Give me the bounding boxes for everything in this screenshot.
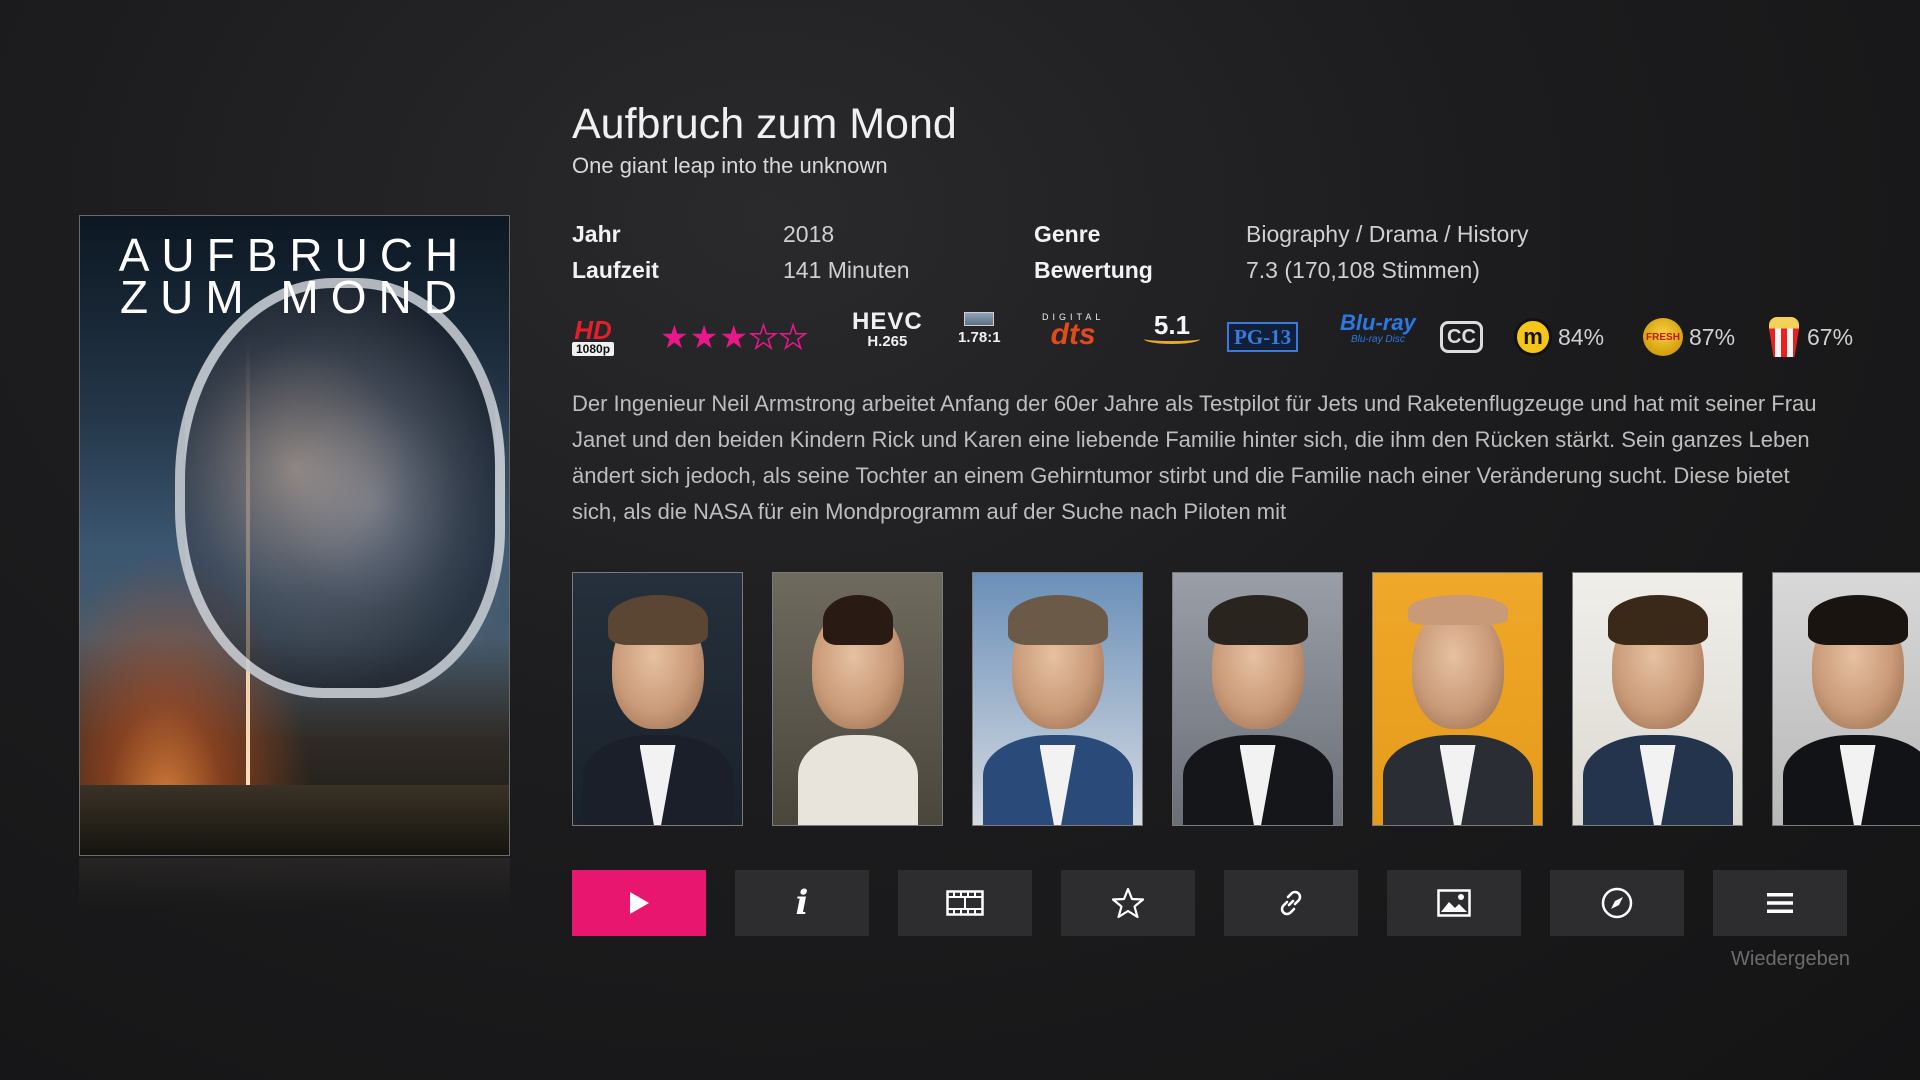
cast-photo-hair — [607, 595, 708, 645]
trailer-button[interactable] — [898, 870, 1032, 936]
star-empty-icon: ★ — [748, 317, 779, 357]
cast-card[interactable] — [1372, 572, 1543, 826]
meta-labels-left: Jahr Laufzeit — [572, 216, 659, 288]
audio-codec-badge: DIGITAL dts — [1042, 312, 1104, 362]
poster-astronaut-helmet — [175, 278, 505, 698]
cast-card[interactable] — [572, 572, 743, 826]
menu-icon — [1767, 893, 1793, 913]
play-button[interactable] — [572, 870, 706, 936]
poster-title: AUFBRUCH ZUM MOND — [118, 229, 471, 323]
codec-badge: HEVC H.265 — [852, 308, 923, 362]
cast-photo-hair — [1207, 595, 1308, 645]
cast-card[interactable] — [772, 572, 943, 826]
movie-tagline: One giant leap into the unknown — [572, 153, 888, 178]
info-icon: i — [795, 883, 809, 923]
cast-photo-hair — [822, 595, 893, 645]
hd-label: HD — [574, 315, 612, 345]
bluray-badge: Blu-ray Blu-ray Disc — [1340, 312, 1416, 362]
star-filled-icon: ★ — [660, 318, 690, 356]
mpaa-rating-badge: PG-13 — [1227, 312, 1299, 362]
star-icon — [1112, 887, 1144, 919]
star-rating-icons: ★★★★★ — [660, 317, 809, 357]
cast-photo-body — [797, 735, 918, 825]
audience-rating: 67% — [1767, 312, 1853, 362]
cast-photo-hair — [1007, 595, 1108, 645]
year-label: Jahr — [572, 221, 621, 247]
mpaa-rating-label: PG-13 — [1227, 322, 1299, 352]
movie-poster[interactable]: AUFBRUCH ZUM MOND — [79, 215, 510, 856]
media-flags-row: HD 1080p ★★★★★ HEVC H.265 1.78:1 DIGITAL… — [572, 308, 1872, 362]
artwork-button[interactable] — [1387, 870, 1521, 936]
browser-button[interactable] — [1550, 870, 1684, 936]
cast-photo-hair — [1607, 595, 1708, 645]
runtime-label: Laufzeit — [572, 257, 659, 283]
link-button[interactable] — [1224, 870, 1358, 936]
poster-ground — [80, 785, 509, 855]
audio-codec-brand: dts — [1050, 318, 1096, 351]
cast-photo-face — [1411, 607, 1504, 729]
play-icon — [630, 892, 649, 914]
poster-reflection — [79, 858, 510, 908]
image-icon — [1437, 889, 1471, 917]
runtime-value: 141 Minuten — [783, 257, 910, 283]
cast-card[interactable] — [1172, 572, 1343, 826]
favorite-button[interactable] — [1061, 870, 1195, 936]
hd-badge: HD 1080p — [572, 312, 615, 362]
action-status-text: Wiedergeben — [1731, 948, 1850, 970]
plot-summary: Der Ingenieur Neil Armstrong arbeitet An… — [572, 391, 1817, 524]
rotten-tomatoes-score: 87% — [1689, 323, 1736, 350]
rotten-tomatoes-rating: FRESH 87% — [1643, 312, 1735, 362]
star-rating: ★★★★★ — [660, 312, 808, 362]
rotten-tomatoes-icon: FRESH — [1643, 318, 1683, 356]
aspect-ratio-label: 1.78:1 — [958, 329, 1001, 346]
popcorn-icon — [1767, 317, 1801, 357]
poster-container: AUFBRUCH ZUM MOND — [79, 215, 510, 908]
metacritic-score: 84% — [1558, 323, 1605, 350]
bluray-sublabel: Blu-ray Disc — [1350, 334, 1405, 345]
genre-value: Biography / Drama / History — [1246, 221, 1529, 247]
genre-label: Genre — [1034, 221, 1101, 247]
meta-labels-right: Genre Bewertung — [1034, 216, 1153, 288]
codec-top: HEVC — [852, 308, 923, 335]
closed-captions-badge: CC — [1440, 312, 1483, 362]
bluray-label: Blu-ray — [1340, 310, 1416, 335]
cast-card[interactable] — [1772, 572, 1920, 826]
star-filled-icon: ★ — [689, 318, 720, 356]
meta-values-right: Biography / Drama / History 7.3 (170,108… — [1246, 216, 1528, 288]
link-icon — [1280, 890, 1302, 916]
audio-channels-arc — [1144, 334, 1200, 344]
star-filled-icon: ★ — [719, 318, 750, 356]
year-value: 2018 — [783, 221, 835, 247]
codec-bottom: H.265 — [867, 333, 908, 350]
audio-channels-badge: 5.1 — [1144, 312, 1200, 362]
resolution-label: 1080p — [572, 342, 615, 356]
closed-captions-label: CC — [1440, 321, 1483, 353]
screen-icon — [964, 312, 995, 326]
star-empty-icon: ★ — [778, 317, 809, 357]
audience-score: 67% — [1807, 323, 1854, 350]
movie-title: Aufbruch zum Mond — [572, 100, 957, 148]
cast-card[interactable] — [1572, 572, 1743, 826]
metacritic-rating: m 84% — [1514, 312, 1604, 362]
film-icon — [946, 890, 984, 916]
rating-value: 7.3 (170,108 Stimmen) — [1246, 257, 1480, 283]
rating-label: Bewertung — [1034, 257, 1153, 283]
info-button[interactable]: i — [735, 870, 869, 936]
meta-values-left: 2018 141 Minuten — [783, 216, 910, 288]
cast-carousel[interactable] — [572, 572, 1920, 828]
cast-photo-hair — [1807, 595, 1908, 645]
compass-icon — [1601, 887, 1633, 919]
cast-photo-hair — [1407, 595, 1508, 625]
menu-button[interactable] — [1713, 870, 1847, 936]
cast-card[interactable] — [972, 572, 1143, 826]
aspect-ratio-badge: 1.78:1 — [958, 312, 1001, 362]
metacritic-icon: m — [1514, 318, 1552, 356]
